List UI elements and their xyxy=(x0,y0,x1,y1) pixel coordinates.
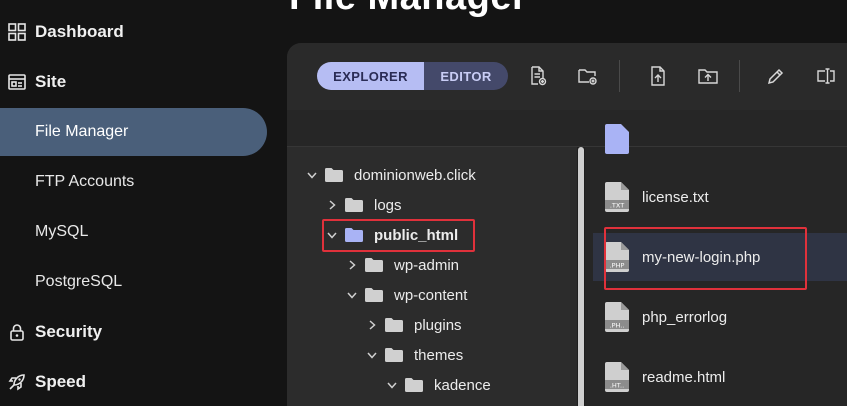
lock-icon xyxy=(7,322,27,342)
chevron-right-icon[interactable] xyxy=(325,198,339,212)
chevron-down-icon[interactable] xyxy=(305,168,319,182)
new-file-icon[interactable] xyxy=(527,65,549,87)
file-item-label: readme.html xyxy=(642,368,726,386)
folder-icon xyxy=(385,318,403,332)
grid-icon xyxy=(7,22,27,42)
sidebar-item-mysql[interactable]: MySQL xyxy=(0,208,88,256)
file-icon: .PH.. xyxy=(605,302,629,332)
txt-file-icon: .TXT xyxy=(605,182,629,212)
sidebar-item-site[interactable]: Site xyxy=(0,58,66,106)
upload-folder-icon[interactable] xyxy=(697,65,719,87)
sidebar-item-label: MySQL xyxy=(35,223,89,240)
tree-item-logs[interactable]: logs xyxy=(325,193,402,217)
sidebar-item-label: PostgreSQL xyxy=(35,273,123,290)
file-item-label: license.txt xyxy=(642,188,709,206)
folder-icon xyxy=(345,198,363,212)
sidebar-item-postgresql[interactable]: PostgreSQL xyxy=(0,258,122,306)
path-bar xyxy=(287,110,847,147)
chevron-down-icon[interactable] xyxy=(345,288,359,302)
upload-file-icon[interactable] xyxy=(647,65,669,87)
file-item-partial[interactable] xyxy=(605,115,642,163)
tree-item-wp-admin[interactable]: wp-admin xyxy=(345,253,459,277)
view-switch: EXPLORER EDITOR xyxy=(317,62,508,90)
sidebar-item-ftp-accounts[interactable]: FTP Accounts xyxy=(0,158,134,206)
svg-text:.TXT: .TXT xyxy=(610,202,624,210)
file-item-php-errorlog[interactable]: .PH.. php_errorlog xyxy=(605,293,727,341)
svg-text:.PH..: .PH.. xyxy=(610,322,625,330)
tree-item-label: wp-admin xyxy=(394,256,460,274)
sidebar-item-speed[interactable]: Speed xyxy=(0,358,86,406)
folder-icon xyxy=(385,348,403,362)
svg-text:.HT..: .HT.. xyxy=(610,382,624,390)
file-item-label: php_errorlog xyxy=(642,308,728,326)
sidebar-item-label: File Manager xyxy=(35,123,129,140)
toolbar-divider xyxy=(619,60,620,92)
sidebar-item-label: Dashboard xyxy=(35,22,124,41)
tree-item-plugins[interactable]: plugins xyxy=(365,313,462,337)
rename-icon[interactable] xyxy=(815,65,837,87)
chevron-down-icon[interactable] xyxy=(385,378,399,392)
tree-item-label: plugins xyxy=(414,316,462,334)
folder-icon xyxy=(365,258,383,272)
tree-item-themes[interactable]: themes xyxy=(365,343,463,367)
folder-icon xyxy=(325,168,343,182)
sidebar-item-label: FTP Accounts xyxy=(35,173,135,190)
tree-item-label: kadence xyxy=(434,376,491,394)
sidebar-item-security[interactable]: Security xyxy=(0,308,102,356)
tree-item-wp-content[interactable]: wp-content xyxy=(345,283,467,307)
explorer-tab[interactable]: EXPLORER xyxy=(317,62,424,90)
tree-item-label: wp-content xyxy=(394,286,468,304)
sidebar-item-label: Speed xyxy=(35,372,87,391)
sidebar-item-label: Site xyxy=(35,72,67,91)
sidebar: Dashboard Site File Manager FTP Accounts… xyxy=(0,0,287,406)
toolbar-divider xyxy=(739,60,740,92)
edit-icon[interactable] xyxy=(765,65,787,87)
rocket-icon xyxy=(7,372,27,392)
file-item-license-txt[interactable]: .TXT license.txt xyxy=(605,173,709,221)
editor-tab[interactable]: EDITOR xyxy=(424,62,508,90)
file-item-readme-html[interactable]: .HT.. readme.html xyxy=(605,353,725,401)
tree-item-label: logs xyxy=(374,196,402,214)
scrollbar-thumb[interactable] xyxy=(578,147,584,406)
highlight-public-html xyxy=(322,219,475,252)
tree-scrollbar[interactable] xyxy=(577,147,585,406)
chevron-right-icon[interactable] xyxy=(365,318,379,332)
file-icon xyxy=(605,124,629,154)
tree-item-label: dominionweb.click xyxy=(354,166,476,184)
page-title: File Manager xyxy=(289,0,527,19)
site-icon xyxy=(7,72,27,92)
tree-item-dominionweb-click[interactable]: dominionweb.click xyxy=(305,163,476,187)
chevron-right-icon[interactable] xyxy=(345,258,359,272)
highlight-my-new-login-php xyxy=(604,227,807,290)
sidebar-item-label: Security xyxy=(35,322,103,341)
folder-icon xyxy=(365,288,383,302)
html-file-icon: .HT.. xyxy=(605,362,629,392)
folder-icon xyxy=(405,378,423,392)
tree-item-label: themes xyxy=(414,346,464,364)
sidebar-item-dashboard[interactable]: Dashboard xyxy=(0,8,124,56)
sidebar-item-file-manager[interactable]: File Manager xyxy=(0,108,267,156)
new-folder-icon[interactable] xyxy=(577,65,599,87)
toolbar: EXPLORER EDITOR xyxy=(287,43,847,110)
tree-item-kadence[interactable]: kadence xyxy=(385,373,491,397)
folder-tree: dominionweb.click logs public_html wp-ad… xyxy=(287,147,577,406)
chevron-down-icon[interactable] xyxy=(365,348,379,362)
